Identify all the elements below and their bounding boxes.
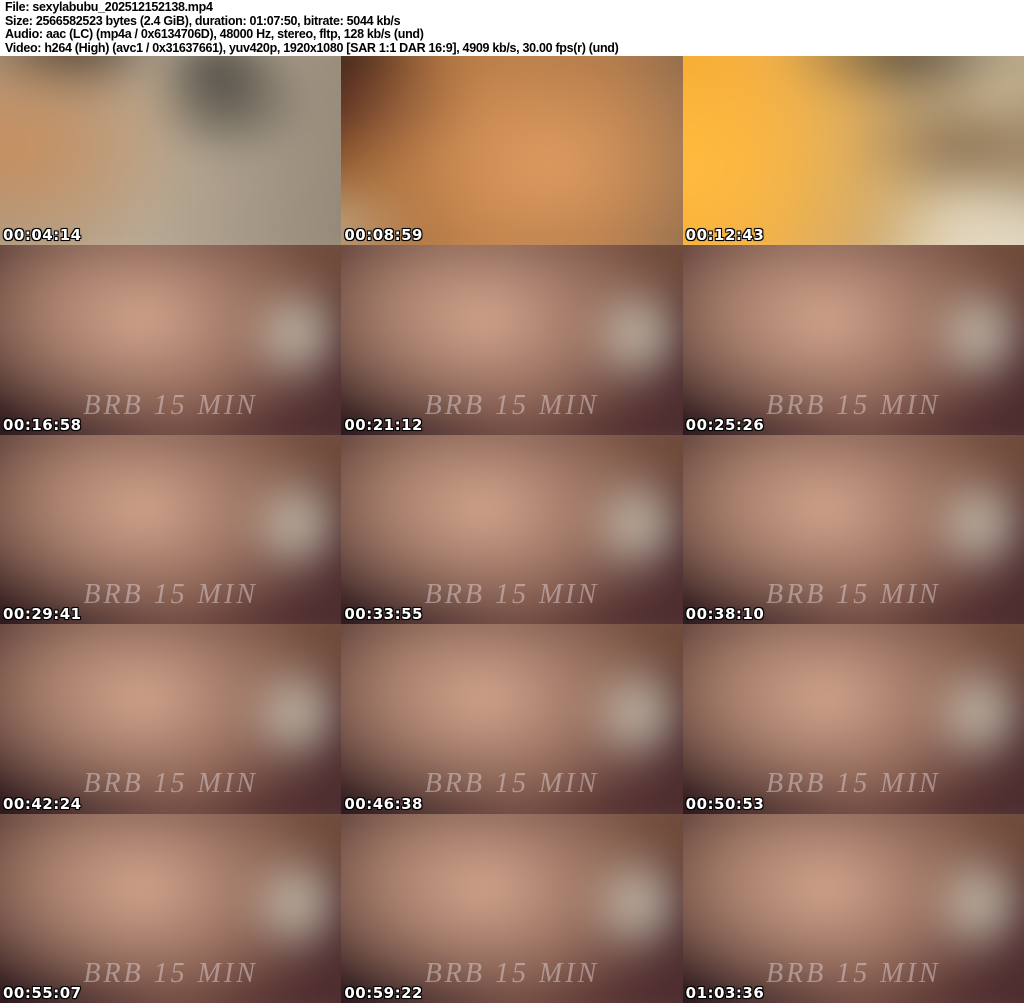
frame-timestamp: 01:03:36 <box>685 983 765 1002</box>
video-frame-placeholder <box>682 245 1024 435</box>
audio-info-line: Audio: aac (LC) (mp4a / 0x6134706D), 480… <box>5 27 424 42</box>
frame-timestamp: 00:16:58 <box>3 415 82 434</box>
video-frame-placeholder <box>682 813 1024 1003</box>
frame-timestamp: 00:08:59 <box>344 226 423 245</box>
video-frame-placeholder <box>341 813 683 1003</box>
video-info-line: Video: h264 (High) (avc1 / 0x31637661), … <box>5 41 619 56</box>
frame-timestamp: 00:21:12 <box>344 415 423 434</box>
video-frame-placeholder <box>0 434 342 625</box>
frame-timestamp: 00:12:43 <box>685 226 765 245</box>
frame-timestamp: 00:50:53 <box>685 794 765 813</box>
frame-timestamp: 00:25:26 <box>685 415 765 434</box>
video-frame-placeholder <box>0 56 342 246</box>
video-thumbnail: BRB 15 MIN 00:46:38 <box>341 624 683 814</box>
frame-timestamp: 00:46:38 <box>344 794 423 813</box>
video-thumbnail: 00:08:59 <box>341 56 683 246</box>
video-frame-placeholder <box>341 245 683 435</box>
frame-timestamp: 00:55:07 <box>3 983 82 1002</box>
video-thumbnail: BRB 15 MIN 00:38:10 <box>682 434 1024 625</box>
file-size-line: Size: 2566582523 bytes (2.4 GiB), durati… <box>5 13 401 28</box>
video-thumbnail: BRB 15 MIN 00:33:55 <box>341 434 683 625</box>
frame-timestamp: 00:42:24 <box>3 794 82 813</box>
frame-timestamp: 00:59:22 <box>344 983 423 1002</box>
video-frame-placeholder <box>341 56 683 246</box>
thumbnail-grid: 00:04:14 00:08:59 00:12:43 BRB 15 MIN 00… <box>0 56 1024 1003</box>
video-thumbnail: 00:12:43 <box>682 56 1024 246</box>
video-thumbnail: BRB 15 MIN 00:16:58 <box>0 245 342 435</box>
video-frame-placeholder <box>0 245 342 435</box>
frame-timestamp: 00:38:10 <box>685 605 765 624</box>
video-thumbnail: 00:04:14 <box>0 56 342 246</box>
video-thumbnail: BRB 15 MIN 00:25:26 <box>682 245 1024 435</box>
frame-timestamp: 00:33:55 <box>344 605 423 624</box>
video-thumbnail: BRB 15 MIN 00:42:24 <box>0 624 342 814</box>
frame-timestamp: 00:04:14 <box>3 226 82 245</box>
video-thumbnail: BRB 15 MIN 01:03:36 <box>682 813 1024 1003</box>
video-thumbnail: BRB 15 MIN 00:21:12 <box>341 245 683 435</box>
video-thumbnail: BRB 15 MIN 00:55:07 <box>0 813 342 1003</box>
video-frame-placeholder <box>0 624 342 814</box>
video-frame-placeholder <box>341 624 683 814</box>
video-thumbnail: BRB 15 MIN 00:50:53 <box>682 624 1024 814</box>
video-frame-placeholder <box>682 56 1024 246</box>
video-frame-placeholder <box>341 434 683 625</box>
video-thumbnail: BRB 15 MIN 00:29:41 <box>0 434 342 625</box>
video-frame-placeholder <box>682 624 1024 814</box>
video-frame-placeholder <box>682 434 1024 625</box>
video-frame-placeholder <box>0 813 342 1003</box>
file-info-header: File: sexylabubu_202512152138.mp4 Size: … <box>0 0 1024 56</box>
frame-timestamp: 00:29:41 <box>3 605 82 624</box>
file-name-line: File: sexylabubu_202512152138.mp4 <box>5 0 213 14</box>
video-thumbnail: BRB 15 MIN 00:59:22 <box>341 813 683 1003</box>
